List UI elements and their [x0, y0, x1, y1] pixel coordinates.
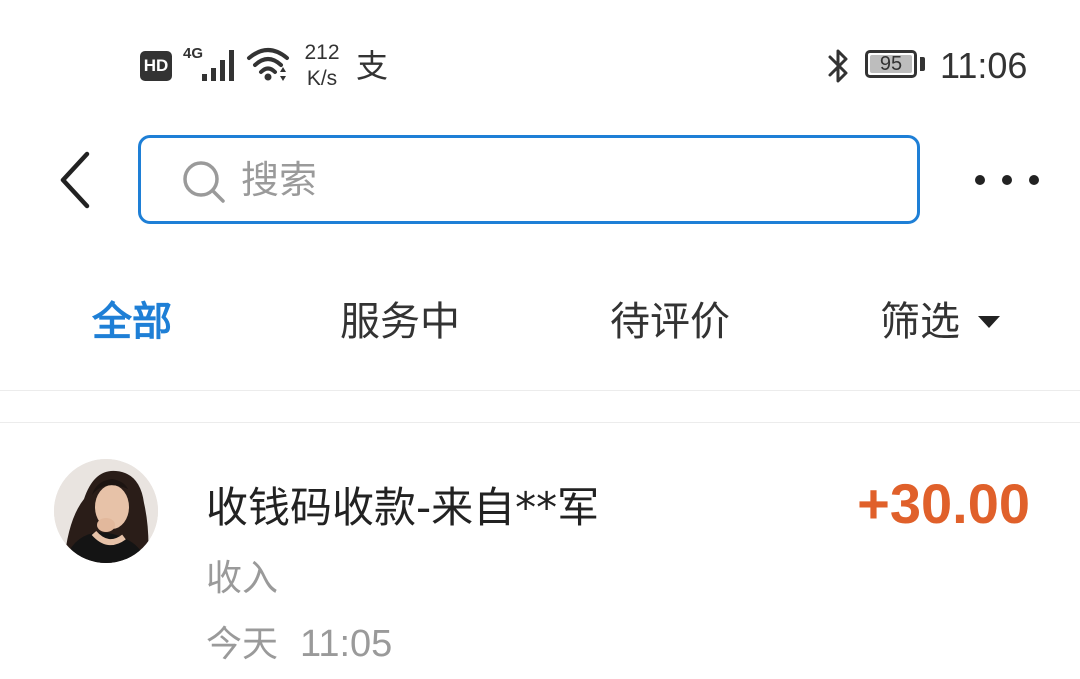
more-dots-icon	[975, 175, 985, 185]
battery-tip	[920, 57, 925, 71]
alipay-icon: 支	[356, 47, 389, 85]
transaction-datetime: 今天 11:05	[206, 619, 392, 670]
caret-down-icon	[978, 316, 1000, 328]
more-options-button[interactable]	[975, 160, 1039, 200]
status-bar: HD 4G 212 K/s 支 95 11:06	[0, 0, 1080, 130]
transaction-category: 收入	[206, 558, 279, 599]
network-speed-unit: K/s	[306, 67, 338, 90]
search-input[interactable]	[241, 150, 881, 210]
status-time: 11:06	[940, 45, 1028, 86]
search-icon	[183, 161, 225, 203]
divider	[0, 422, 1080, 423]
chevron-left-icon	[60, 151, 90, 209]
search-bar[interactable]	[138, 135, 920, 224]
network-speed: 212 K/s	[300, 40, 344, 92]
transaction-time: 11:05	[300, 623, 393, 665]
avatar-image	[54, 459, 158, 563]
network-speed-value: 212	[304, 41, 340, 64]
more-dots-icon	[1002, 175, 1012, 185]
avatar	[54, 459, 158, 563]
more-dots-icon	[1029, 175, 1039, 185]
bluetooth-icon	[828, 49, 848, 83]
transaction-date: 今天	[206, 624, 279, 665]
battery-icon: 95	[865, 50, 917, 78]
tab-filter[interactable]: 筛选	[880, 292, 1000, 352]
signal-icon	[202, 50, 234, 81]
transaction-amount: +30.00	[857, 472, 1030, 535]
transaction-row[interactable]: 收钱码收款-来自**军 +30.00 收入 今天 11:05	[0, 424, 1080, 679]
back-button[interactable]	[40, 140, 110, 220]
tab-all[interactable]: 全部	[92, 292, 172, 352]
transaction-title: 收钱码收款-来自**军	[206, 483, 600, 532]
hd-icon: HD	[140, 51, 172, 81]
tab-filter-label: 筛选	[880, 299, 960, 345]
divider	[0, 390, 1080, 391]
tab-to-review[interactable]: 待评价	[610, 292, 730, 352]
filter-tabs: 全部 服务中 待评价 筛选	[0, 270, 1080, 380]
battery-level: 95	[879, 53, 903, 75]
tab-in-service[interactable]: 服务中	[340, 292, 460, 352]
wifi-icon	[247, 48, 289, 81]
